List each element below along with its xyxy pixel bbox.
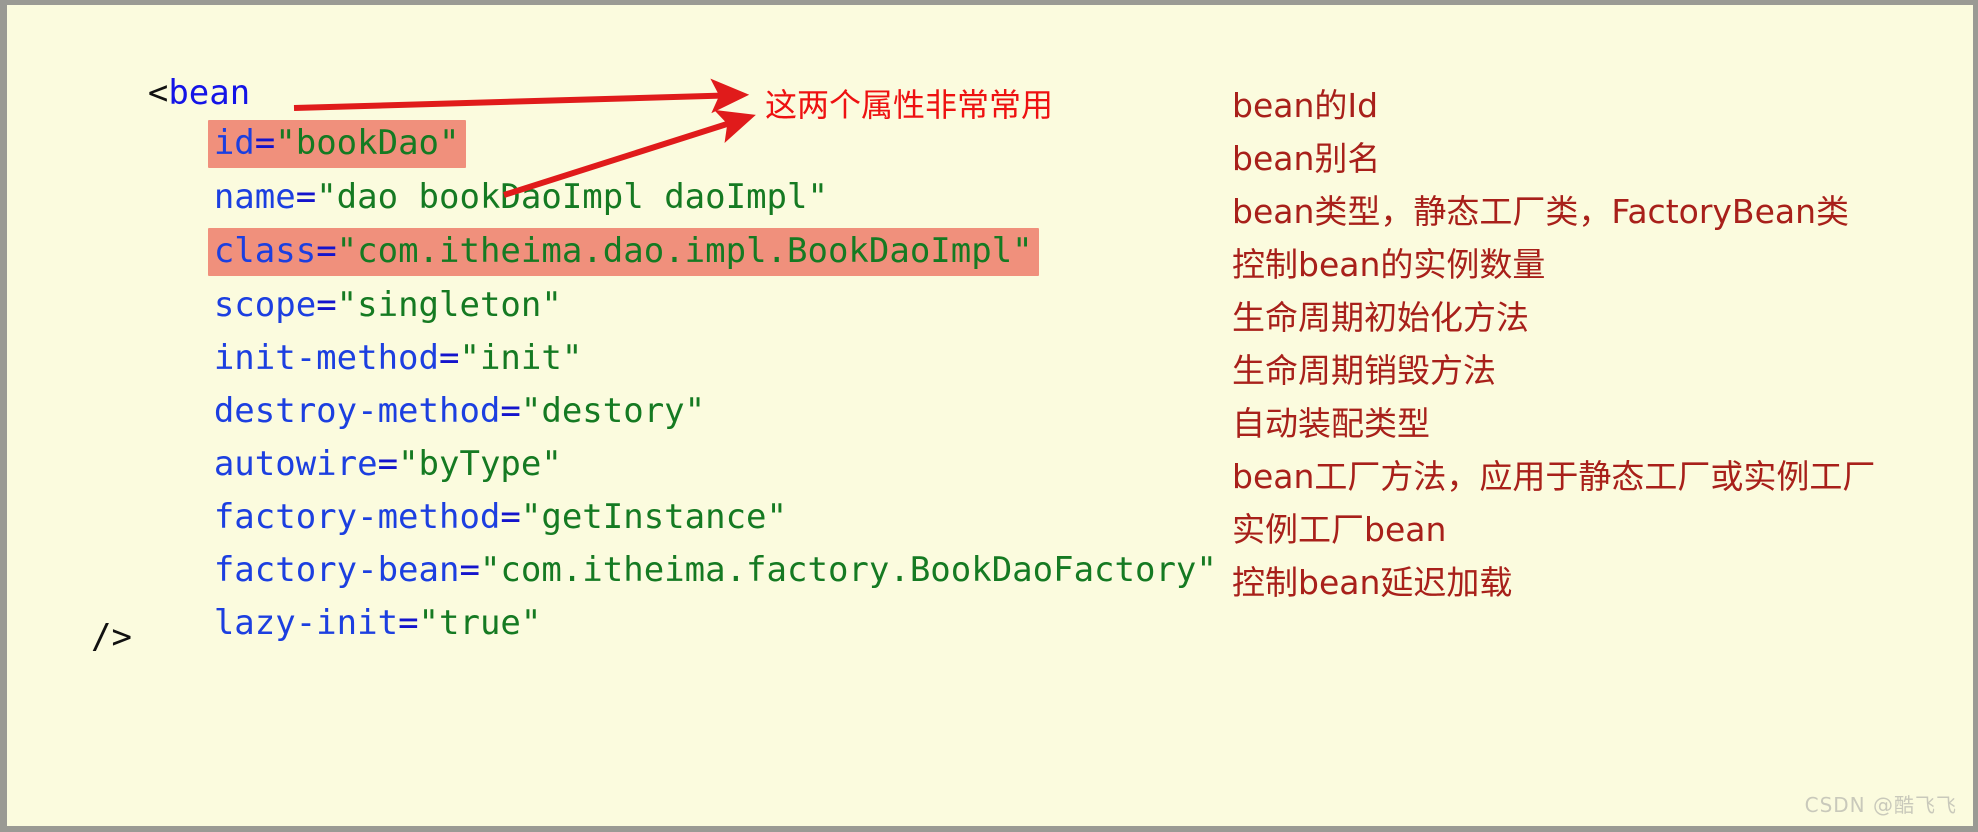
annotation-autowire-type: 自动装配类型 [1232,404,1430,443]
annotation-destroy-method: 生命周期销毁方法 [1232,351,1496,390]
csdn-watermark: CSDN @酷飞飞 [1804,793,1957,817]
annotation-factory-bean: 实例工厂bean [1232,510,1447,549]
annotation-instance-count: 控制bean的实例数量 [1232,245,1546,284]
equals-lazy-init: = [398,603,419,643]
annotation-column: bean的Id bean别名 bean类型，静态工厂类，FactoryBean类… [1232,5,1973,826]
annotation-factory-method: bean工厂方法，应用于静态工厂或实例工厂 [1232,457,1876,496]
annotation-lazy-init: 控制bean延迟加载 [1232,563,1513,602]
xml-code-block: <bean id="bookDao" name="dao bookDaoImpl… [7,5,1217,826]
attr-value-factory-bean: "com.itheima.factory.BookDaoFactory" [479,550,1217,590]
annotation-bean-id: bean的Id [1232,86,1379,125]
code-annotation-figure: <bean id="bookDao" name="dao bookDaoImpl… [0,0,1978,832]
attr-value-lazy-init: "true" [418,603,542,643]
annotation-bean-type: bean类型，静态工厂类，FactoryBean类 [1232,192,1850,231]
annotation-init-method: 生命周期初始化方法 [1232,298,1529,337]
annotation-bean-alias: bean别名 [1232,139,1381,178]
attr-name-lazy-init: lazy-init [213,603,399,643]
code-line-lazy-init: lazy-init="true" [91,563,542,683]
callout-label: 这两个属性非常常用 [765,86,1054,124]
code-line-close-tag: /> [91,617,132,657]
